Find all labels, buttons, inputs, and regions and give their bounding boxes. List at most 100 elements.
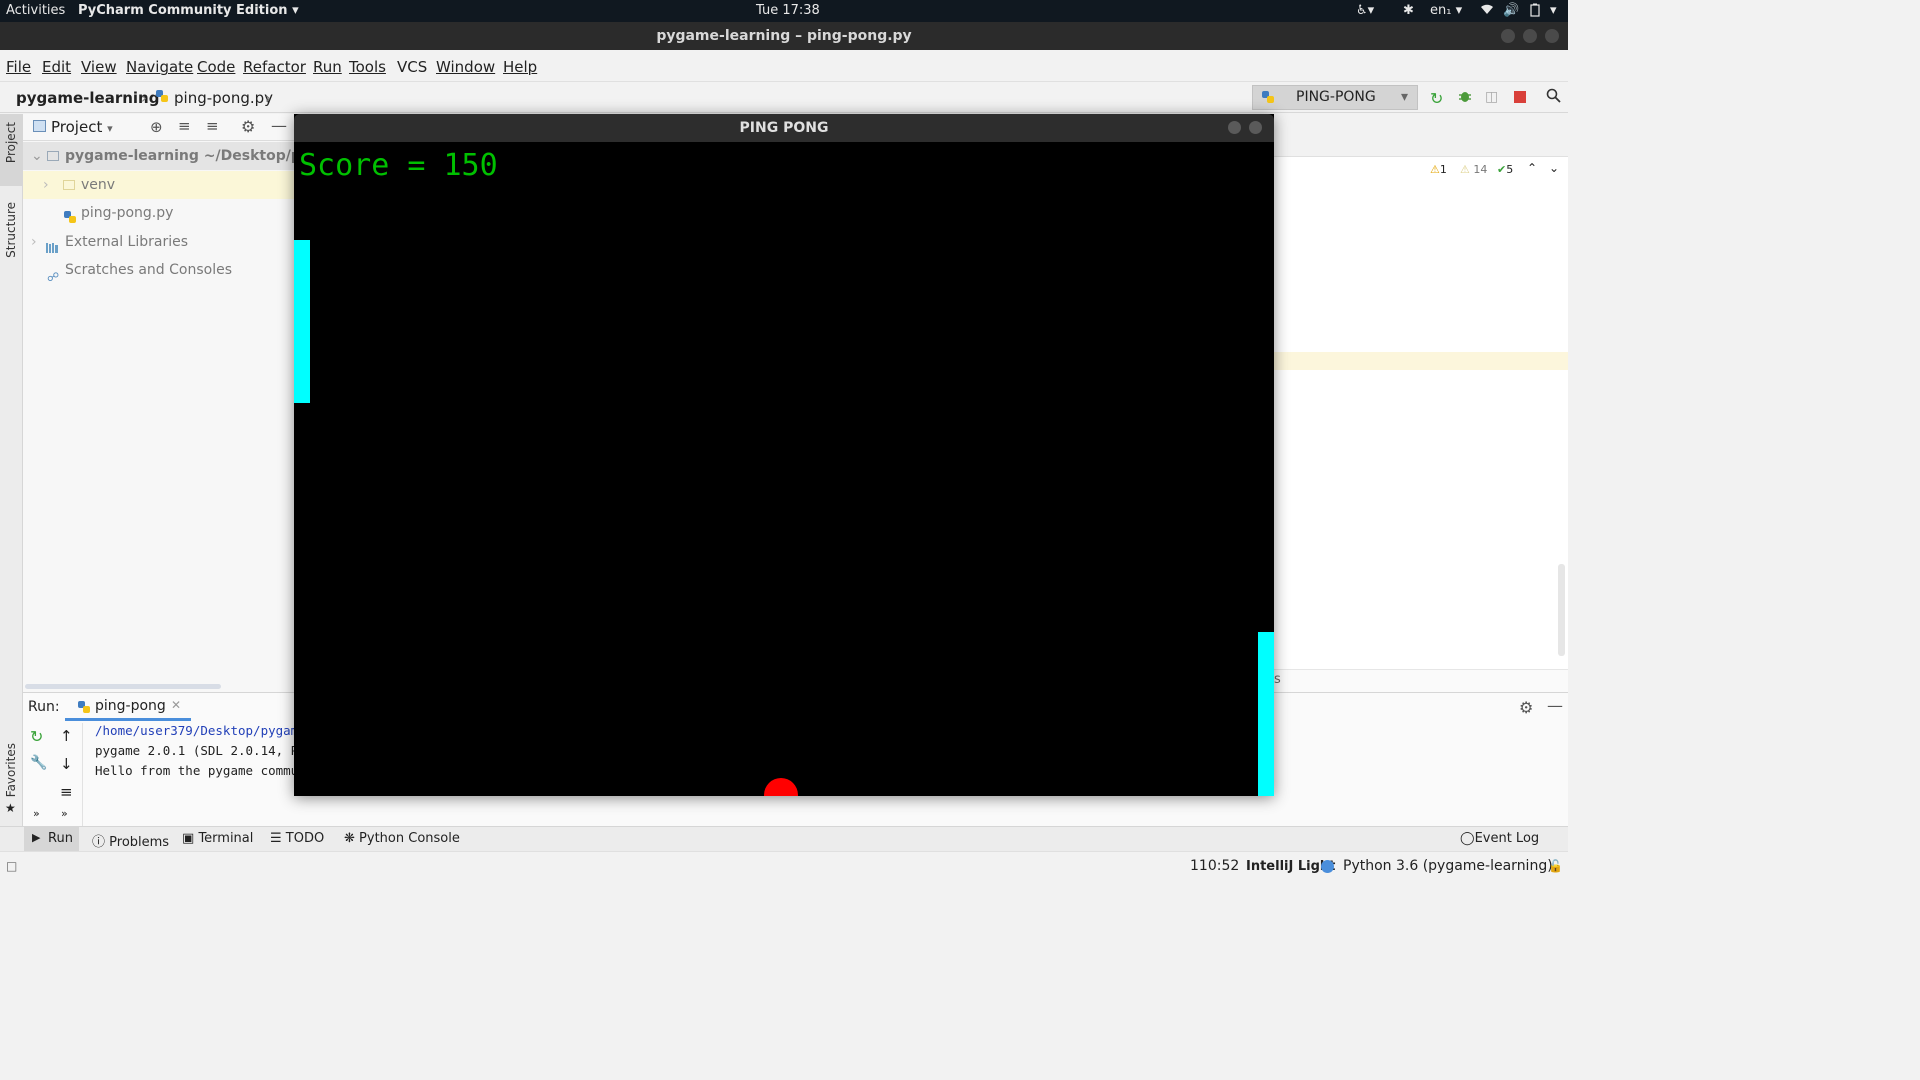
python-file-icon [155,89,169,107]
close-button[interactable] [1249,121,1262,134]
wrench-icon[interactable]: 🔧 [30,755,47,771]
tool-tab-python-console[interactable]: ❋ Python Console [344,831,460,846]
wifi-icon[interactable] [1480,3,1494,19]
chevron-down-icon: ▾ [107,122,113,135]
tree-item-project-root[interactable]: ⌄ pygame-learning ~/Desktop/pyg [23,142,298,170]
tree-item-venv[interactable]: › venv [23,171,298,199]
project-tool-tab[interactable]: Project [0,114,22,186]
editor-tab-strip [1274,114,1568,157]
menu-tools[interactable]: Tools [349,58,386,76]
tool-tab-label: Terminal [198,831,254,846]
tool-tab-run[interactable]: ▶ Run [24,827,79,851]
tool-tab-label: Python Console [359,831,460,846]
python-interpreter[interactable]: Python 3.6 (pygame-learning) [1343,858,1553,874]
maximize-button[interactable] [1523,29,1537,43]
arrow-up-icon[interactable]: ↑ [60,727,73,745]
lock-icon[interactable]: 🔓 [1548,859,1563,873]
locate-icon[interactable]: ⊕ [150,118,163,136]
run-config-label: PING-PONG [1296,89,1376,105]
breadcrumb-project[interactable]: pygame-learning [16,89,159,107]
menu-refactor[interactable]: Refactor [243,58,306,76]
battery-icon[interactable] [1530,3,1540,21]
debug-bug-icon[interactable] [1458,89,1472,107]
minimize-button[interactable] [1228,121,1241,134]
tree-item-external-libraries[interactable]: › External Libraries [23,228,298,256]
tool-tab-label: Event Log [1474,831,1540,846]
console-line: pygame 2.0.1 (SDL 2.0.14, P [95,743,299,758]
close-icon[interactable]: ✕ [171,698,181,712]
run-config-selector[interactable]: PING-PONG ▾ [1252,85,1418,110]
inspection-weak-warnings[interactable]: ⚠ 14 [1460,163,1487,176]
tool-windows-toggle-icon[interactable]: □ [6,859,17,873]
app-menu[interactable]: PyCharm Community Edition ▾ [78,3,299,18]
previous-highlight-icon[interactable]: ⌃ [1527,161,1537,175]
favorites-tool-tab[interactable]: Favorites ★ [0,739,22,819]
inspection-warnings[interactable]: ⚠1 [1430,163,1447,176]
collapse-all-icon[interactable]: ≡ [206,117,219,135]
run-toolbar: ↻ ↑ 🔧 ↓ ≡ » » [23,723,83,827]
menu-window[interactable]: Window [436,58,495,76]
rerun-icon[interactable]: ↻ [30,727,43,746]
game-window-title-bar[interactable]: PING PONG [294,114,1274,142]
vertical-scrollbar[interactable] [1558,564,1565,656]
gear-icon[interactable]: ⚙ [241,117,255,136]
menu-vcs[interactable]: VCS [397,58,427,76]
soft-wrap-icon[interactable]: ≡ [60,783,73,801]
input-method-icon[interactable]: ✱ [1403,3,1414,18]
hide-panel-icon[interactable]: — [1547,696,1563,715]
keyboard-layout[interactable]: en₁ ▾ [1430,3,1462,18]
tool-tab-event-log[interactable]: ◯Event Log [1460,831,1539,846]
project-view-selector[interactable]: Project ▾ [51,118,113,136]
coverage-icon[interactable]: ◫ [1485,89,1498,105]
left-tool-strip: Project Structure Favorites ★ [0,114,23,826]
left-paddle [294,240,310,403]
menu-run[interactable]: Run [313,58,342,76]
menu-edit[interactable]: Edit [42,58,71,76]
menu-help[interactable]: Help [503,58,537,76]
editor-area[interactable]: ⚠1 ⚠ 14 ✔5 ⌃ ⌄ s [1274,114,1568,692]
activities-button[interactable]: Activities [6,3,65,18]
tree-item-scratches[interactable]: ☍ Scratches and Consoles [23,256,298,284]
rerun-icon[interactable]: ↻ [1430,89,1443,108]
right-paddle [1258,632,1274,796]
window-title-bar[interactable]: pygame-learning – ping-pong.py [0,22,1568,50]
menu-navigate[interactable]: Navigate [126,58,193,76]
gear-icon[interactable]: ⚙ [1519,698,1533,717]
tree-item-label: Scratches and Consoles [65,262,232,278]
console-line: Hello from the pygame commu [95,763,299,778]
menu-file[interactable]: File [6,58,31,76]
close-button[interactable] [1545,29,1559,43]
editor-partial-text: s [1274,672,1281,687]
tool-tab-problems[interactable]: ⓘ Problems [92,831,169,850]
horizontal-scrollbar[interactable] [25,684,221,689]
stop-icon[interactable] [1514,91,1526,103]
project-panel-header: Project ▾ ⊕ ≡ ≡ ⚙ — [23,114,298,141]
accessibility-icon[interactable]: ♿▾ [1356,3,1374,18]
game-canvas[interactable]: Score = 150 [294,142,1274,796]
hide-panel-icon[interactable]: — [271,116,287,135]
tool-tab-terminal[interactable]: ▣ Terminal [182,831,253,846]
menu-code[interactable]: Code [197,58,235,76]
tree-item-ping-pong-file[interactable]: ping-pong.py [23,199,298,227]
star-icon: ★ [5,801,16,815]
window-title: pygame-learning – ping-pong.py [656,28,912,44]
caret-position[interactable]: 110:52 [1190,858,1239,874]
system-menu-chevron-icon[interactable]: ▾ [1550,3,1557,18]
more-actions-icon[interactable]: » [61,807,68,820]
inspection-typos[interactable]: ✔5 [1497,163,1513,176]
tool-tab-todo[interactable]: ☰ TODO [270,831,324,846]
structure-tool-tab[interactable]: Structure [0,198,22,274]
search-icon[interactable] [1546,88,1561,107]
breadcrumb-file[interactable]: ping-pong.py [174,89,273,107]
game-window[interactable]: PING PONG Score = 150 [294,114,1274,796]
minimize-button[interactable] [1501,29,1515,43]
menu-view[interactable]: View [81,58,117,76]
next-highlight-icon[interactable]: ⌄ [1549,161,1559,175]
score-display: Score = 150 [299,148,498,183]
arrow-down-icon[interactable]: ↓ [60,755,73,773]
volume-icon[interactable]: 🔊 [1503,3,1519,18]
clock[interactable]: Tue 17:38 [756,3,820,18]
run-tab-ping-pong[interactable]: ping-pong ✕ [65,693,191,721]
expand-all-icon[interactable]: ≡ [178,117,191,135]
more-actions-icon[interactable]: » [33,807,40,820]
